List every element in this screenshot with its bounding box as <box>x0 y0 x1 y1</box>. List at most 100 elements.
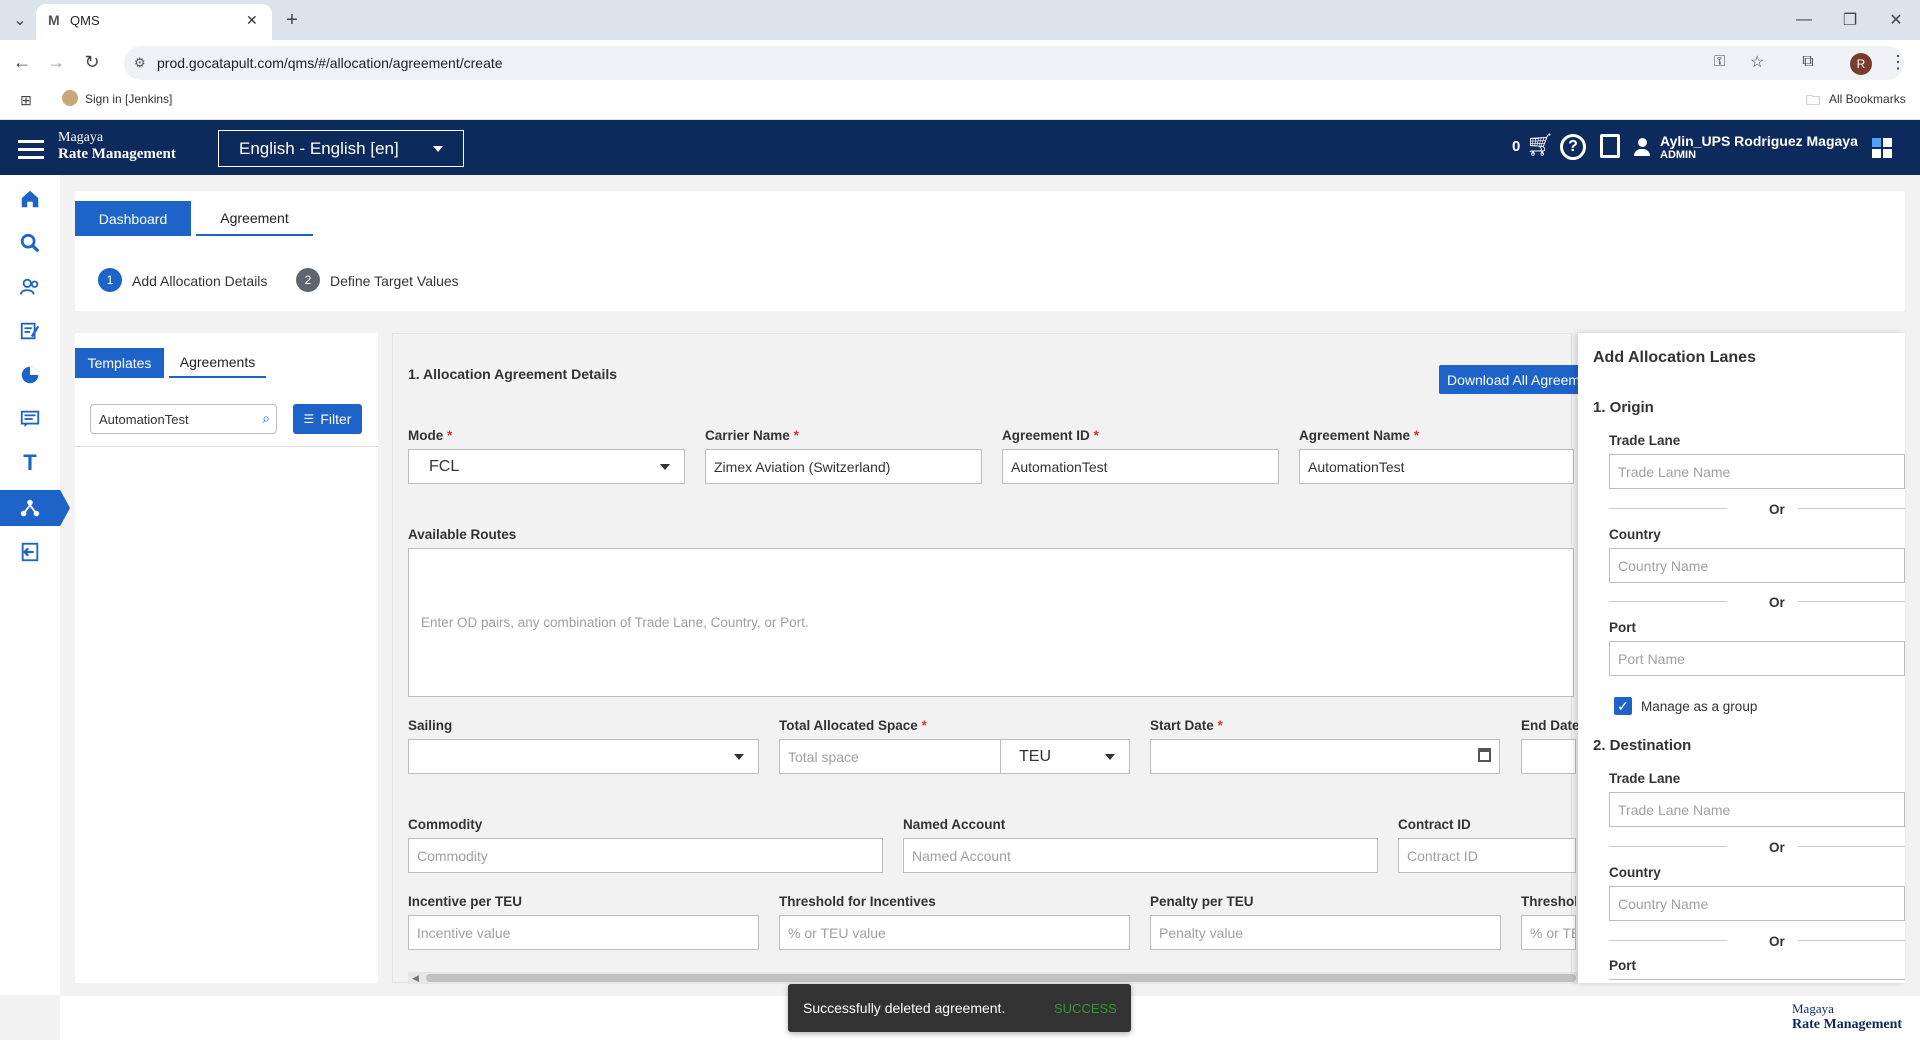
extensions-icon[interactable]: ⧉ <box>1794 48 1822 76</box>
sidebar-messages-icon[interactable] <box>0 401 60 437</box>
unit-value: TEU <box>1019 747 1051 765</box>
total-space-input[interactable]: Total space <box>779 739 1001 774</box>
agreement-header-card <box>75 191 1905 311</box>
brand-line2: Rate Management <box>58 146 176 162</box>
brand-line1: Magaya <box>58 130 104 145</box>
mode-select[interactable]: FCL <box>408 449 685 484</box>
bookmark-jenkins[interactable]: Sign in [Jenkins] <box>85 92 172 106</box>
named-account-label: Named Account <box>903 817 1006 832</box>
reload-icon[interactable]: ↻ <box>78 48 106 76</box>
threshold-incentives-input[interactable]: % or TEU value <box>779 915 1130 950</box>
bookmark-star-icon[interactable]: ☆ <box>1750 52 1764 72</box>
total-space-placeholder: Total space <box>788 748 859 765</box>
apps-grid-icon[interactable]: ⊞ <box>12 86 40 114</box>
tab-agreement[interactable]: Agreement <box>196 201 313 236</box>
start-date-label: Start Date * <box>1150 718 1223 733</box>
contract-id-label: Contract ID <box>1398 817 1471 832</box>
help-icon[interactable]: ? <box>1560 134 1586 160</box>
hamburger-menu-icon[interactable] <box>18 140 44 160</box>
origin-trade-lane-input[interactable]: Trade Lane Name <box>1609 454 1905 489</box>
cart-icon[interactable]: 🛒︎ <box>1526 132 1554 158</box>
destination-country-input[interactable]: Country Name <box>1609 886 1905 921</box>
back-icon[interactable]: ← <box>8 48 36 76</box>
carrier-field[interactable]: Zimex Aviation (Switzerland) <box>705 449 982 484</box>
language-select[interactable]: English - English [en] <box>218 130 464 167</box>
profile-avatar[interactable]: R <box>1850 53 1872 75</box>
restore-icon[interactable]: ❐ <box>1836 6 1864 34</box>
destination-title: 2. Destination <box>1593 737 1692 754</box>
step-1-number: 1 <box>98 268 122 292</box>
scrollbar-thumb[interactable] <box>426 974 1576 982</box>
minimize-icon[interactable]: — <box>1790 6 1818 34</box>
routes-textarea[interactable]: Enter OD pairs, any combination of Trade… <box>408 548 1574 697</box>
contract-id-placeholder: Contract ID <box>1407 847 1478 864</box>
start-date-input[interactable] <box>1150 739 1500 774</box>
tab-templates[interactable]: Templates <box>75 348 164 378</box>
step-2-label[interactable]: Define Target Values <box>330 273 459 289</box>
calendar-icon[interactable] <box>1478 748 1491 762</box>
tab-search-icon[interactable]: ⌄ <box>6 6 34 34</box>
destination-trade-lane-input[interactable]: Trade Lane Name <box>1609 792 1905 827</box>
scroll-left-icon[interactable]: ◀ <box>412 973 419 984</box>
step-2-number: 2 <box>296 268 320 292</box>
destination-trade-lane-placeholder: Trade Lane Name <box>1618 801 1731 818</box>
forward-icon[interactable]: → <box>42 48 70 76</box>
password-key-icon[interactable]: ⚿ <box>1714 53 1725 70</box>
agreement-id-field[interactable]: AutomationTest <box>1002 449 1279 484</box>
sidebar-search-icon[interactable] <box>0 225 60 261</box>
step-1-label[interactable]: Add Allocation Details <box>132 273 267 289</box>
or-divider <box>1798 846 1905 847</box>
search-icon[interactable]: ⌕ <box>262 410 270 427</box>
sailing-select[interactable] <box>408 739 759 774</box>
agreement-name-field[interactable]: AutomationTest <box>1299 449 1574 484</box>
sidebar-home-icon[interactable] <box>0 181 60 217</box>
horizontal-scrollbar[interactable]: ◀ <box>408 972 1578 984</box>
named-account-input[interactable]: Named Account <box>903 838 1378 873</box>
sidebar-users-icon[interactable] <box>0 269 60 305</box>
penalty-input[interactable]: Penalty value <box>1150 915 1501 950</box>
footer-brand-line2: Rate Management <box>1792 1017 1903 1032</box>
browser-tab[interactable]: M QMS ✕ <box>36 4 272 40</box>
chevron-down-icon <box>1105 754 1115 760</box>
filter-button[interactable]: ☰ Filter <box>293 404 362 434</box>
all-bookmarks[interactable]: All Bookmarks <box>1829 92 1906 106</box>
template-search-input[interactable]: AutomationTest ⌕ <box>90 404 277 434</box>
folder-icon: 🗀 <box>1806 92 1820 108</box>
sidebar-text-icon[interactable]: T <box>0 445 60 481</box>
site-info-icon[interactable]: ⚙ <box>134 55 146 71</box>
or-divider <box>1609 508 1727 509</box>
threshold-penalties-input[interactable]: % or TE <box>1521 915 1576 950</box>
toast-status[interactable]: SUCCESS <box>1054 1001 1117 1016</box>
incentive-input[interactable]: Incentive value <box>408 915 759 950</box>
sidebar-reports-icon[interactable] <box>0 357 60 393</box>
origin-country-input[interactable]: Country Name <box>1609 548 1905 583</box>
tab-title: QMS <box>70 13 100 28</box>
sidebar-logout-icon[interactable] <box>0 534 60 570</box>
end-date-input[interactable] <box>1521 739 1576 774</box>
app-brand[interactable]: Magaya Rate Management <box>58 129 176 163</box>
toast-notification: Successfully deleted agreement. SUCCESS <box>788 984 1131 1032</box>
jenkins-icon <box>62 90 78 106</box>
commodity-input[interactable]: Commodity <box>408 838 883 873</box>
tab-dashboard[interactable]: Dashboard <box>75 201 191 236</box>
unit-select[interactable]: TEU <box>1000 739 1130 774</box>
window-close-icon[interactable]: ✕ <box>1882 6 1910 34</box>
tab-agreements[interactable]: Agreements <box>169 348 266 378</box>
destination-country-label: Country <box>1609 865 1661 880</box>
threshold-penalties-placeholder: % or TE <box>1530 924 1576 941</box>
tab-close-icon[interactable]: ✕ <box>246 12 258 29</box>
sidebar-allocation-icon[interactable] <box>0 490 60 526</box>
agreement-name-label: Agreement Name * <box>1299 428 1420 443</box>
contract-id-input[interactable]: Contract ID <box>1398 838 1576 873</box>
new-tab-icon[interactable]: + <box>278 6 306 34</box>
manage-group-checkbox[interactable]: ✓ <box>1614 697 1632 715</box>
destination-port-input[interactable] <box>1609 979 1905 983</box>
url-field[interactable]: ⚙ prod.gocatapult.com/qms/#/allocation/a… <box>124 46 1904 80</box>
notifications-icon[interactable] <box>1600 134 1620 158</box>
origin-port-input[interactable]: Port Name <box>1609 641 1905 676</box>
download-all-button[interactable]: Download All Agreem <box>1439 365 1579 394</box>
sidebar-rates-icon[interactable] <box>0 313 60 349</box>
browser-menu-icon[interactable]: ⋮ <box>1884 48 1912 76</box>
user-menu[interactable]: Aylin_UPS Rodriguez Magaya ADMIN <box>1660 134 1858 162</box>
app-switcher-icon[interactable] <box>1872 138 1892 158</box>
